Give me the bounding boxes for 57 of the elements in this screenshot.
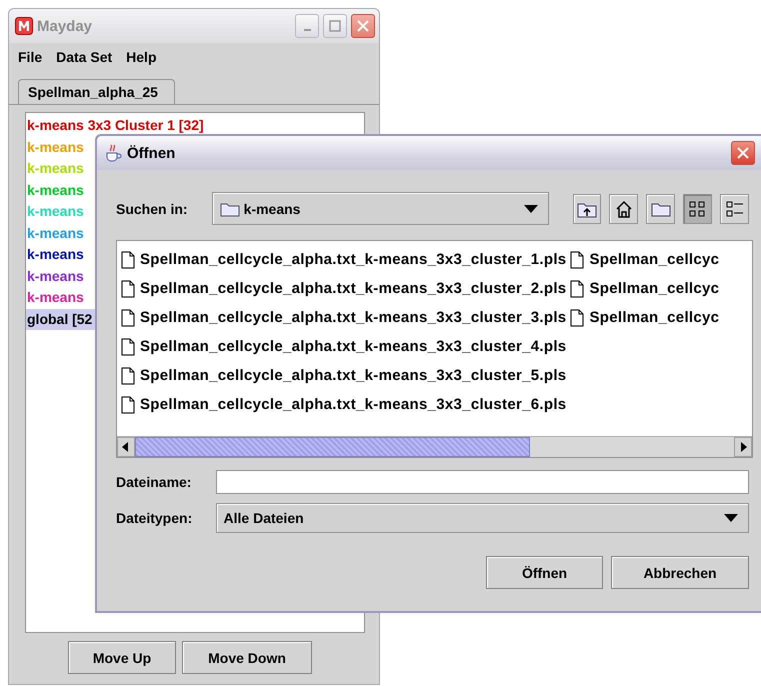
maximize-icon: [329, 20, 341, 32]
look-in-dropdown[interactable]: k-means: [212, 192, 548, 225]
document-icon: [570, 250, 584, 268]
dialog-button[interactable]: Abbrechen: [611, 556, 749, 589]
list-view-button[interactable]: [683, 194, 712, 224]
document-entry[interactable]: Spellman_cellcyc: [570, 303, 724, 332]
new-folder-button[interactable]: [646, 194, 676, 224]
dialog-title: Öffnen: [127, 144, 176, 162]
details-view-button[interactable]: [720, 194, 750, 224]
caret-icon: [724, 514, 738, 522]
document-entry[interactable]: Spellman_cellcycle_alpha.txt_k-means_3x3_cluster_3.pls: [121, 303, 570, 332]
menu-item[interactable]: File: [18, 49, 42, 65]
document-entry[interactable]: Spellman_cellcyc: [570, 245, 724, 274]
close-icon: [357, 20, 369, 32]
document-entry[interactable]: Spellman_cellcyc: [570, 274, 724, 303]
dialog-button[interactable]: Öffnen: [486, 556, 603, 589]
move-button[interactable]: Move Up: [68, 641, 176, 674]
menu-item[interactable]: Help: [126, 49, 156, 65]
document-icon: [121, 250, 135, 268]
filename-field[interactable]: [216, 470, 749, 494]
document-icon: [570, 308, 584, 326]
move-button[interactable]: Move Down: [182, 641, 312, 674]
horizontal-scrollbar[interactable]: [117, 436, 752, 457]
look-in-label: Suchen in:: [116, 200, 189, 216]
document-entry[interactable]: Spellman_cellcycle_alpha.txt_k-means_3x3_cluster_4.pls: [121, 332, 570, 361]
scroll-right-icon[interactable]: [739, 442, 747, 452]
window-title: Mayday: [37, 18, 92, 34]
caret-icon: [524, 204, 538, 212]
folder-icon: [650, 200, 671, 216]
look-in-value: k-means: [244, 200, 300, 216]
minimize-icon: [304, 29, 310, 31]
home-icon: [614, 200, 633, 218]
document-icon: [121, 396, 135, 414]
close-icon: [737, 147, 749, 159]
file-type-label: Dateitypen:: [116, 510, 194, 526]
tab[interactable]: Spellman_alpha_25: [18, 79, 175, 104]
up-folder-button[interactable]: [572, 194, 602, 224]
details-view-icon: [726, 200, 744, 218]
document-entry[interactable]: Spellman_cellcycle_alpha.txt_k-means_3x3_cluster_2.pls: [121, 274, 570, 303]
document-icon: [121, 338, 135, 356]
home-button[interactable]: [609, 194, 638, 224]
file-type-dropdown[interactable]: Alle Dateien: [216, 503, 749, 533]
list-view-icon: [688, 200, 707, 218]
close-button[interactable]: [731, 141, 755, 165]
document-entry[interactable]: Spellman_cellcycle_alpha.txt_k-means_3x3_cluster_1.pls: [121, 245, 570, 274]
scroll-left-icon[interactable]: [122, 442, 130, 452]
menu-item[interactable]: Data Set: [56, 49, 112, 65]
document-icon: [121, 308, 135, 326]
document-icon: [121, 366, 135, 384]
document-entry[interactable]: Spellman_cellcycle_alpha.txt_k-means_3x3_cluster_6.pls: [121, 390, 570, 419]
document-icon: [121, 280, 135, 298]
document-icon: [570, 280, 584, 298]
app-logo-icon: [15, 17, 33, 35]
document-entry[interactable]: Spellman_cellcycle_alpha.txt_k-means_3x3_cluster_5.pls: [121, 361, 570, 390]
folder-icon: [220, 200, 240, 216]
cluster-item[interactable]: k-means 3x3 Cluster 1 [32]: [26, 115, 364, 136]
filename-label: Dateiname:: [116, 474, 192, 490]
